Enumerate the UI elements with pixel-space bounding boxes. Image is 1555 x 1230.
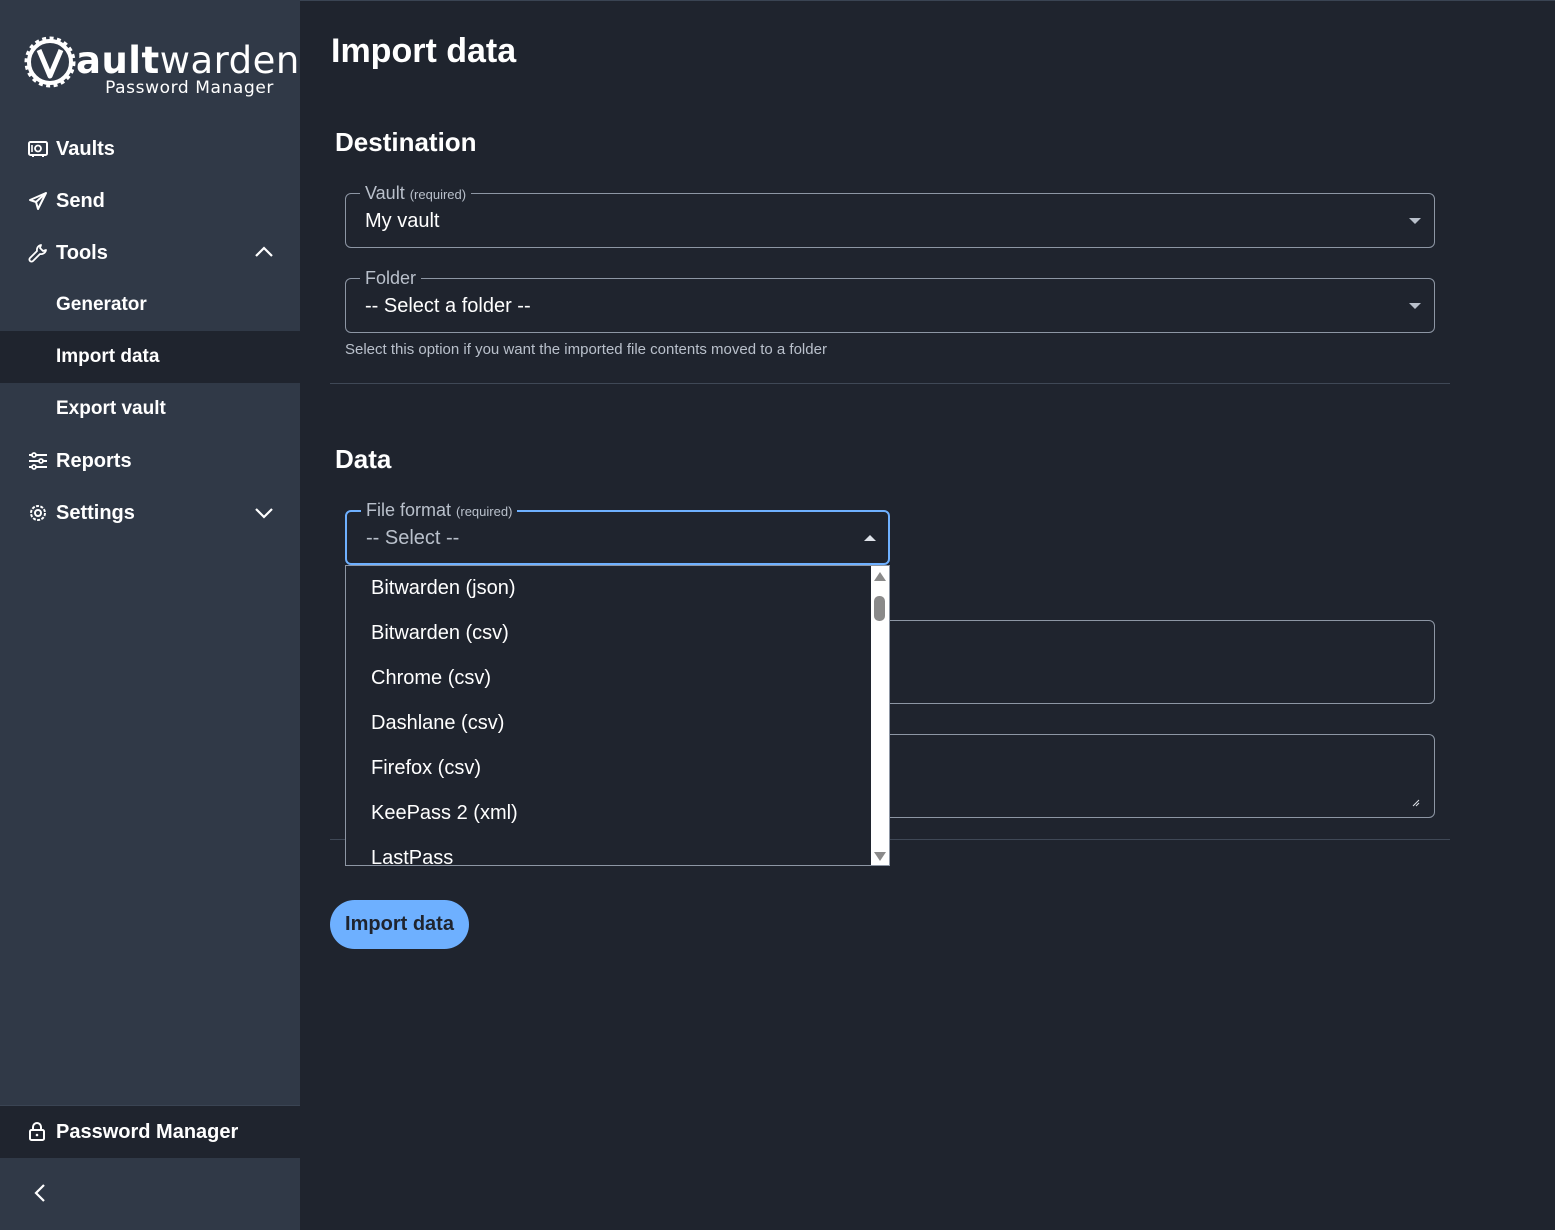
sliders-icon — [27, 450, 49, 472]
vault-select[interactable]: Vault (required) My vault — [345, 183, 1435, 248]
folder-select-label: Folder — [360, 268, 422, 289]
collapse-sidebar-icon[interactable] — [30, 1182, 50, 1204]
sidebar-item-export-vault[interactable]: Export vault — [0, 383, 300, 435]
destination-heading: Destination — [335, 127, 477, 157]
scroll-up-arrow-icon[interactable] — [874, 572, 886, 581]
caret-down-icon — [1409, 218, 1421, 224]
paper-plane-icon — [27, 190, 49, 212]
app-window: aultwarden Password Manager Vaults Send — [0, 0, 1555, 1230]
sidebar-item-settings[interactable]: Settings — [0, 487, 300, 539]
file-format-select[interactable]: File format (required) -- Select -- — [345, 500, 890, 565]
caret-down-icon — [1409, 303, 1421, 309]
sidebar-item-label: Generator — [56, 294, 147, 315]
sidebar-item-reports[interactable]: Reports — [0, 435, 300, 487]
scroll-down-arrow-icon[interactable] — [874, 852, 886, 861]
wrench-icon — [27, 242, 49, 264]
sidebar-item-import-data[interactable]: Import data — [0, 331, 300, 383]
section-divider — [330, 383, 1450, 384]
resize-grip-icon[interactable] — [1412, 799, 1420, 807]
file-format-value: -- Select -- — [366, 527, 460, 549]
sidebar-item-generator[interactable]: Generator — [0, 279, 300, 331]
file-format-dropdown: Bitwarden (json) Bitwarden (csv) Chrome … — [345, 565, 890, 866]
sidebar-item-send[interactable]: Send — [0, 175, 300, 227]
dropdown-option[interactable]: Dashlane (csv) — [346, 701, 889, 746]
product-switcher-password-manager[interactable]: Password Manager — [0, 1105, 300, 1158]
gear-icon — [27, 502, 49, 524]
data-heading: Data — [335, 444, 392, 474]
product-switcher-label: Password Manager — [56, 1120, 239, 1143]
vault-icon — [27, 138, 49, 160]
dropdown-option[interactable]: Firefox (csv) — [346, 746, 889, 791]
import-data-button[interactable]: Import data — [330, 900, 469, 949]
logo-subtitle: Password Manager — [105, 78, 274, 98]
vaultwarden-logo[interactable]: aultwarden Password Manager — [24, 34, 299, 104]
sidebar-item-label: Export vault — [56, 398, 166, 419]
vault-select-label: Vault (required) — [360, 183, 472, 204]
sidebar-nav: Vaults Send Tools Generator Import data — [0, 123, 300, 539]
logo-gear-icon — [24, 36, 76, 88]
sidebar-item-label: Settings — [56, 501, 135, 524]
chevron-down-icon[interactable] — [254, 502, 274, 522]
dropdown-scrollbar[interactable] — [871, 566, 889, 865]
lock-icon — [27, 1121, 49, 1143]
file-format-label: File format (required) — [361, 500, 518, 521]
dropdown-option[interactable]: Bitwarden (csv) — [346, 611, 889, 656]
vault-select-value: My vault — [365, 210, 440, 232]
caret-up-icon — [864, 535, 876, 541]
sidebar-item-label: Import data — [56, 346, 160, 367]
page-title: Import data — [331, 32, 517, 70]
logo-wordmark: aultwarden — [76, 39, 300, 82]
sidebar: aultwarden Password Manager Vaults Send — [0, 0, 300, 1230]
chevron-up-icon[interactable] — [254, 242, 274, 262]
sidebar-item-label: Send — [56, 189, 105, 212]
sidebar-item-label: Reports — [56, 449, 132, 472]
dropdown-option[interactable]: Bitwarden (json) — [346, 566, 889, 611]
folder-select[interactable]: Folder -- Select a folder -- — [345, 268, 1435, 333]
sidebar-item-vaults[interactable]: Vaults — [0, 123, 300, 175]
sidebar-item-label: Tools — [56, 241, 108, 264]
main-content: Import data Destination Vault (required)… — [300, 0, 1555, 1230]
dropdown-option[interactable]: KeePass 2 (xml) — [346, 791, 889, 836]
sidebar-item-label: Vaults — [56, 137, 115, 160]
scrollbar-thumb[interactable] — [874, 596, 885, 621]
sidebar-item-tools[interactable]: Tools — [0, 227, 300, 279]
dropdown-option[interactable]: Chrome (csv) — [346, 656, 889, 701]
folder-select-value: -- Select a folder -- — [365, 295, 531, 317]
dropdown-option[interactable]: LastPass — [346, 836, 889, 865]
folder-hint: Select this option if you want the impor… — [345, 341, 827, 358]
